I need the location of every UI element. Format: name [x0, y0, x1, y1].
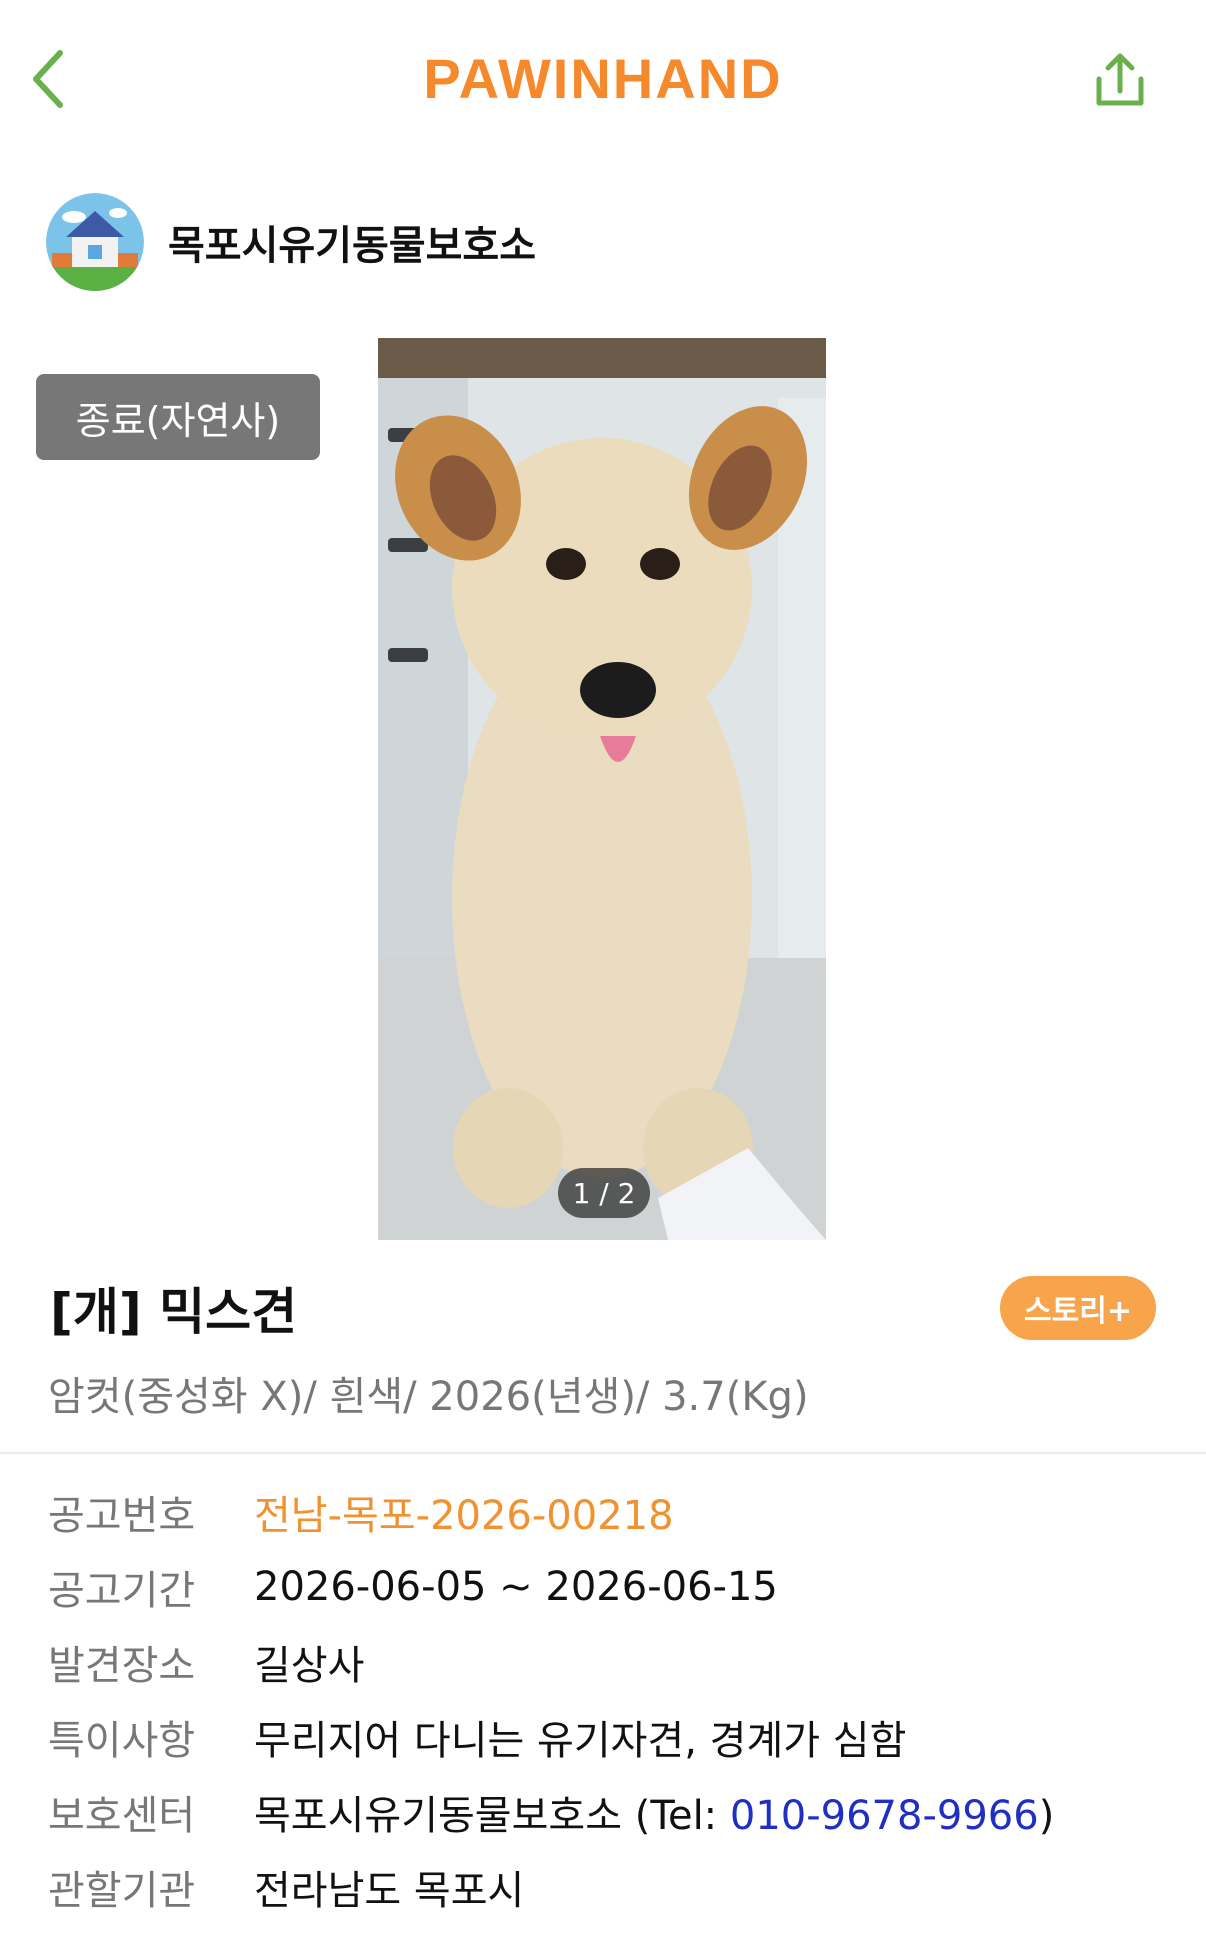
period-value: 2026-06-05 ~ 2026-06-15	[254, 1563, 778, 1610]
shelter-name: 목포시유기동물보호소	[168, 223, 536, 269]
notice-no-label: 공고번호	[48, 1492, 196, 1539]
authority-value: 전라남도 목포시	[254, 1867, 525, 1914]
share-icon	[1096, 53, 1144, 106]
center-name: 목포시유기동물보호소 (Tel:	[254, 1792, 730, 1839]
authority-label: 관할기관	[48, 1867, 196, 1914]
center-value: 목포시유기동물보호소 (Tel: 010-9678-9966)	[254, 1783, 1054, 1841]
animal-title: [개] 믹스견	[50, 1283, 298, 1341]
center-close-paren: )	[1038, 1792, 1055, 1839]
info-table: 공고번호 전남-목포-2026-00218 공고기간 2026-06-05 ~ …	[48, 1474, 1178, 1924]
center-label: 보호센터	[48, 1792, 196, 1839]
info-row-center: 보호센터 목포시유기동물보호소 (Tel: 010-9678-9966)	[48, 1774, 1178, 1849]
share-button[interactable]	[1086, 46, 1154, 116]
info-row-found-place: 발견장소 길상사	[48, 1624, 1178, 1699]
puppy-image	[378, 338, 826, 1240]
shelter-avatar	[46, 193, 144, 291]
period-label: 공고기간	[48, 1567, 196, 1614]
notes-label: 특이사항	[48, 1717, 196, 1764]
animal-photo[interactable]: 1 / 2	[378, 338, 826, 1240]
notes-value: 무리지어 다니는 유기자견, 경계가 심함	[254, 1717, 907, 1764]
info-row-notice-no: 공고번호 전남-목포-2026-00218	[48, 1474, 1178, 1549]
app-header: PAWINHAND	[0, 0, 1206, 160]
found-place-label: 발견장소	[48, 1642, 196, 1689]
app-logo: PAWINHAND	[423, 47, 783, 110]
animal-summary: 암컷(중성화 X)/ 흰색/ 2026(년생)/ 3.7(Kg)	[48, 1374, 809, 1420]
shelter-row[interactable]: 목포시유기동물보호소	[46, 192, 536, 292]
info-row-notes: 특이사항 무리지어 다니는 유기자견, 경계가 심함	[48, 1699, 1178, 1774]
house-icon	[46, 193, 144, 291]
center-phone-link[interactable]: 010-9678-9966	[730, 1793, 1039, 1839]
notice-no-value: 전남-목포-2026-00218	[254, 1492, 674, 1539]
info-row-period: 공고기간 2026-06-05 ~ 2026-06-15	[48, 1549, 1178, 1624]
status-badge: 종료(자연사)	[36, 374, 320, 460]
divider	[0, 1452, 1206, 1454]
found-place-value: 길상사	[254, 1642, 365, 1689]
info-row-authority: 관할기관 전라남도 목포시	[48, 1849, 1178, 1924]
story-button[interactable]: 스토리+	[1000, 1276, 1156, 1340]
photo-pager: 1 / 2	[558, 1168, 650, 1218]
